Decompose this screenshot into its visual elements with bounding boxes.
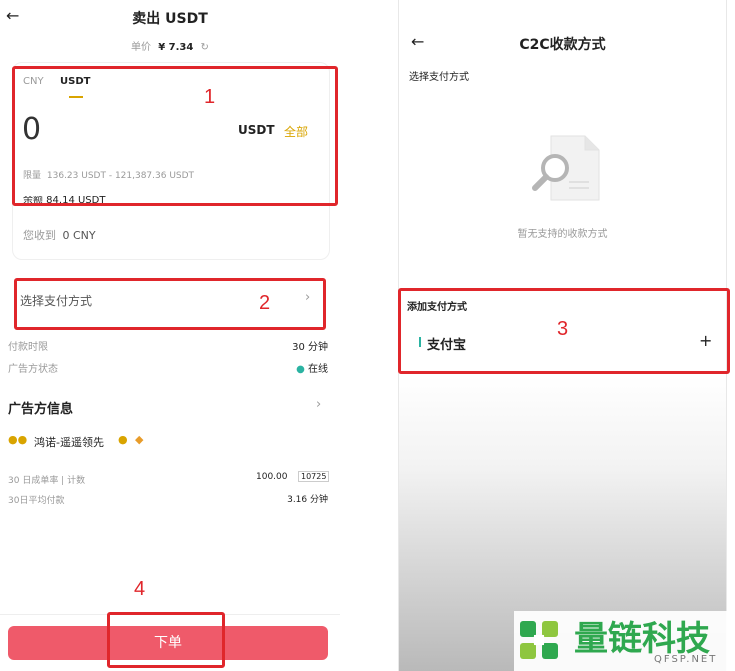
stats-avg-label: 30日平均付款 — [8, 496, 65, 506]
watermark-brand: 量链科技 — [574, 619, 710, 659]
logo-icon — [516, 617, 564, 665]
payment-time-label: 付款时限 — [8, 342, 48, 353]
watermark: 量链科技 QFSP.NET — [514, 611, 735, 671]
empty-document-icon — [529, 130, 601, 206]
stats-rate-label: 30 日成单率 | 计数 — [8, 476, 86, 486]
select-payment-label: 选择支付方式 — [409, 72, 469, 83]
marker-1: 1 — [204, 86, 216, 108]
stats-rate-value: 100.00 — [256, 472, 288, 482]
payment-time-value: 30 分钟 — [292, 342, 328, 353]
empty-state-text: 暂无支持的收款方式 — [517, 229, 608, 240]
advertiser-info-title[interactable]: 广告方信息 — [8, 398, 73, 417]
advertiser-name[interactable]: 鸿诺-遥遥领先 — [34, 434, 104, 450]
stats-count-badge: 10725 — [298, 471, 330, 482]
advertiser-status: ● 在线 — [280, 360, 328, 375]
highlight-order-box — [107, 612, 225, 668]
unit-price-row: 单价 ¥ 7.34 ↻ — [0, 38, 340, 53]
receive-row: 您收到 0 CNY — [23, 227, 96, 243]
page-title: 卖出 USDT — [132, 11, 208, 27]
refresh-icon[interactable]: ↻ — [201, 42, 209, 53]
marker-2: 2 — [259, 292, 271, 314]
page-title: C2C收款方式 — [519, 37, 606, 53]
advertiser-status-value: 在线 — [308, 364, 328, 375]
marker-4: 4 — [134, 578, 146, 600]
advertiser-status-label: 广告方状态 — [8, 364, 58, 375]
shield-badge-icon: ◆ — [135, 433, 144, 446]
highlight-payment-box — [14, 278, 326, 330]
advertiser-info-chevron-icon[interactable]: › — [316, 397, 321, 412]
online-dot-icon: ● — [296, 364, 305, 375]
watermark-domain: QFSP.NET — [654, 654, 718, 665]
stats-avg-value: 3.16 分钟 — [287, 495, 328, 505]
unit-price-label: 单价 — [131, 42, 152, 53]
unit-price-value: ¥ 7.34 — [158, 42, 194, 53]
verified-badge-icon: ● — [118, 433, 128, 446]
highlight-amount-box — [12, 66, 338, 206]
marker-3: 3 — [557, 318, 569, 340]
receive-value: 0 CNY — [62, 229, 96, 242]
receive-label: 您收到 — [23, 229, 56, 242]
advertiser-avatar-icon: ●● — [8, 433, 28, 446]
